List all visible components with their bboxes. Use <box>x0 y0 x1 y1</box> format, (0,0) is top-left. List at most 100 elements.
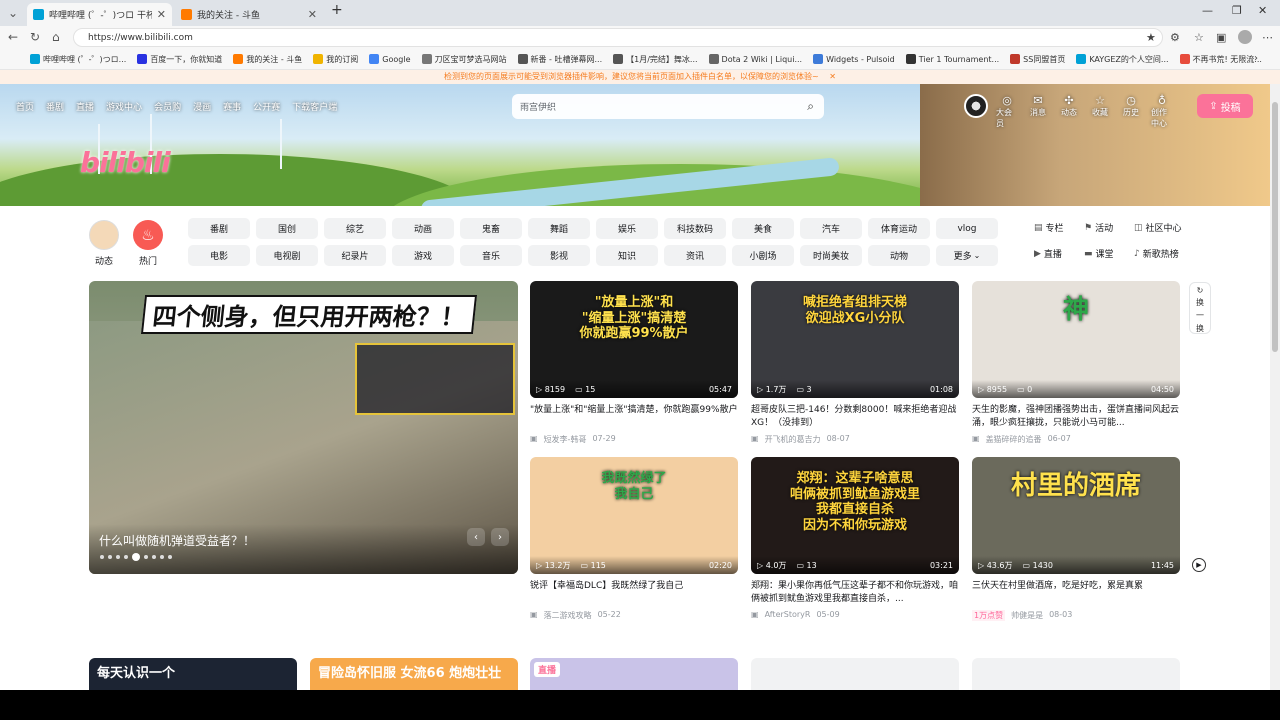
maximize-icon[interactable]: ❐ <box>1232 4 1242 17</box>
profile-avatar[interactable] <box>1238 30 1252 44</box>
side-link[interactable]: ⚑ 活动 <box>1084 221 1134 235</box>
tab-bilibili[interactable]: 哔哩哔哩 (゜-゜)つロ 干杯~-bilibili ✕ <box>27 3 172 26</box>
back-icon[interactable]: ← <box>8 30 18 44</box>
channel-chip[interactable]: 舞蹈 <box>528 218 590 239</box>
video-author[interactable]: 开飞机的葛吉力 <box>765 434 821 445</box>
video-author[interactable]: 落二游戏攻略 <box>544 610 592 621</box>
top-nav-item[interactable]: 首页 <box>16 100 34 113</box>
channel-chip[interactable]: 游戏 <box>392 245 454 266</box>
channel-chip[interactable]: 电视剧 <box>256 245 318 266</box>
carousel-dot[interactable] <box>160 555 164 559</box>
close-tab-icon[interactable]: ✕ <box>308 8 317 21</box>
tab-douyu[interactable]: 我的关注 - 斗鱼 ✕ <box>175 3 323 26</box>
channel-chip[interactable]: 电影 <box>188 245 250 266</box>
search-icon[interactable]: ⌕ <box>807 99 814 114</box>
user-avatar[interactable] <box>964 94 988 118</box>
bookmark-item[interactable]: 百度一下，你就知道 <box>137 54 222 65</box>
entry-hot[interactable]: ♨ 热门 <box>133 220 163 267</box>
video-author[interactable]: 帅健是是 <box>1011 610 1043 621</box>
video-title[interactable]: "放量上涨"和"缩量上涨"搞清楚，你就跑赢99%散户 <box>530 404 738 430</box>
top-nav-item[interactable]: 公开赛 <box>253 100 280 113</box>
channel-chip[interactable]: 体育运动 <box>868 218 930 239</box>
carousel-dot[interactable] <box>144 555 148 559</box>
channel-chip[interactable]: 资讯 <box>664 245 726 266</box>
search-input[interactable]: 雨宫伊织 ⌕ <box>512 94 824 119</box>
channel-chip[interactable]: 动物 <box>868 245 930 266</box>
channel-chip[interactable]: 时尚美妆 <box>800 245 862 266</box>
video-card[interactable]: 村里的酒席 ▷ 43.6万 ▭ 1430 11:45 三伏天在村里做酒席，吃是好吃，累是… <box>972 457 1180 621</box>
bookmarks-overflow-icon[interactable]: › <box>1254 53 1258 64</box>
carousel-title[interactable]: 什么叫做随机弹道受益者？！ <box>99 532 255 549</box>
side-link[interactable]: ◫ 社区中心 <box>1134 221 1200 235</box>
carousel-dot[interactable] <box>108 555 112 559</box>
carousel-next-icon[interactable]: › <box>491 528 509 546</box>
top-nav-item[interactable]: 漫画 <box>193 100 211 113</box>
carousel-prev-icon[interactable]: ‹ <box>467 528 485 546</box>
channel-chip[interactable]: 汽车 <box>800 218 862 239</box>
favorites-icon[interactable]: ☆ <box>1194 31 1204 44</box>
channel-chip[interactable]: 音乐 <box>460 245 522 266</box>
extensions-icon[interactable]: ⚙ <box>1170 31 1180 44</box>
scrollbar-thumb[interactable] <box>1272 102 1278 352</box>
channel-chip[interactable]: 美食 <box>732 218 794 239</box>
collections-icon[interactable]: ▣ <box>1216 31 1226 44</box>
bookmark-item[interactable]: 【1月/完结】舞冰... <box>613 54 698 65</box>
video-author[interactable]: 盖猫碎碎的追番 <box>986 434 1042 445</box>
url-input[interactable]: https://www.bilibili.com <box>73 28 1163 47</box>
video-card[interactable] <box>972 658 1180 690</box>
channel-chip[interactable]: 番剧 <box>188 218 250 239</box>
bookmark-item[interactable]: 哔哩哔哩 (゜-゜)つロ... <box>30 54 126 65</box>
video-thumbnail[interactable]: 神 ▷ 8955 ▭ 0 04:50 <box>972 281 1180 398</box>
tab-menu-icon[interactable]: ⌄ <box>8 6 18 20</box>
bookmark-item[interactable]: 不再书荒! 无限流... <box>1179 54 1262 65</box>
video-title[interactable]: 超哥皮队三把-146！分数剩8000！喊来拒绝者迎战XG！（没排到） <box>751 404 959 430</box>
reload-icon[interactable]: ↻ <box>30 30 40 44</box>
channel-chip[interactable]: 科技数码 <box>664 218 726 239</box>
video-card[interactable]: 郑翔：这辈子啥意思 咱俩被抓到鱿鱼游戏里 我都直接自杀 因为不和你玩游戏 ▷ 4.… <box>751 457 959 619</box>
favorite-star-icon[interactable]: ★ <box>1146 31 1156 44</box>
more-menu-icon[interactable]: ⋯ <box>1262 31 1273 44</box>
video-thumbnail[interactable]: 郑翔：这辈子啥意思 咱俩被抓到鱿鱼游戏里 我都直接自杀 因为不和你玩游戏 ▷ 4.… <box>751 457 959 574</box>
minimize-icon[interactable]: — <box>1202 4 1213 17</box>
notice-close-icon[interactable]: ✕ <box>829 72 836 81</box>
channel-chip[interactable]: 知识 <box>596 245 658 266</box>
video-title[interactable]: 锐评【幸福岛DLC】我既然绿了我自己 <box>530 580 738 606</box>
video-card[interactable]: 我既然绿了 我自己 ▷ 13.2万 ▭ 115 02:20 锐评【幸福岛DLC】我既然绿… <box>530 457 738 621</box>
top-nav-item[interactable]: 番剧 <box>46 100 64 113</box>
page-scrollbar[interactable] <box>1270 84 1280 690</box>
video-title[interactable]: 郑翔：果小果你再低气压这辈子都不和你玩游戏，咱俩被抓到鱿鱼游戏里我都直接自杀，.… <box>751 580 959 606</box>
carousel-dot[interactable] <box>132 553 140 561</box>
channel-chip[interactable]: 娱乐 <box>596 218 658 239</box>
video-title[interactable]: 三伏天在村里做酒席，吃是好吃，累是真累 <box>972 580 1180 606</box>
video-author[interactable]: AfterStoryR <box>765 610 811 619</box>
top-nav-item[interactable]: 会员购 <box>154 100 181 113</box>
video-thumbnail[interactable]: 村里的酒席 ▷ 43.6万 ▭ 1430 11:45 <box>972 457 1180 574</box>
window-close-icon[interactable]: ✕ <box>1258 4 1267 17</box>
header-icon-item[interactable]: ☆ 收藏 <box>1089 94 1111 129</box>
video-card[interactable]: 直播 <box>530 658 738 690</box>
bookmark-item[interactable]: Dota 2 Wiki | Liqui... <box>708 54 802 64</box>
top-nav-item[interactable]: 下载客户端 <box>292 100 337 113</box>
carousel[interactable]: 四个侧身，但只用开两枪？！ 什么叫做随机弹道受益者？！ ‹ › <box>89 281 518 574</box>
entry-dynamic[interactable]: 动态 <box>89 220 119 267</box>
channel-chip[interactable]: 更多 ⌄ <box>936 245 998 266</box>
carousel-dot[interactable] <box>100 555 104 559</box>
channel-chip[interactable]: vlog <box>936 218 998 239</box>
bookmark-item[interactable]: 我的关注 - 斗鱼 <box>233 54 302 65</box>
new-tab-icon[interactable]: + <box>331 2 343 18</box>
video-card[interactable]: 每天认识一个 <box>89 658 297 690</box>
video-thumbnail[interactable]: 我既然绿了 我自己 ▷ 13.2万 ▭ 115 02:20 <box>530 457 738 574</box>
video-thumbnail[interactable]: 喊拒绝者组排天梯 欲迎战XG小分队 ▷ 1.7万 ▭ 3 01:08 <box>751 281 959 398</box>
side-link[interactable]: ▤ 专栏 <box>1034 221 1084 235</box>
upload-button[interactable]: ⇪ 投稿 <box>1197 94 1253 118</box>
channel-chip[interactable]: 影视 <box>528 245 590 266</box>
home-icon[interactable]: ⌂ <box>52 30 60 44</box>
video-card[interactable]: 喊拒绝者组排天梯 欲迎战XG小分队 ▷ 1.7万 ▭ 3 01:08 超哥皮队三把-14… <box>751 281 959 445</box>
bookmark-item[interactable]: 新番 - 吐槽弹幕网... <box>517 54 602 65</box>
channel-chip[interactable]: 鬼畜 <box>460 218 522 239</box>
video-card[interactable]: 冒险岛怀旧服 女流66 炮炮壮壮 <box>310 658 518 690</box>
bookmark-item[interactable]: Tier 1 Tournament... <box>905 54 999 64</box>
video-card[interactable] <box>751 658 959 690</box>
side-link[interactable]: ▬ 课堂 <box>1084 247 1134 261</box>
top-nav-item[interactable]: 游戏中心 <box>106 100 142 113</box>
